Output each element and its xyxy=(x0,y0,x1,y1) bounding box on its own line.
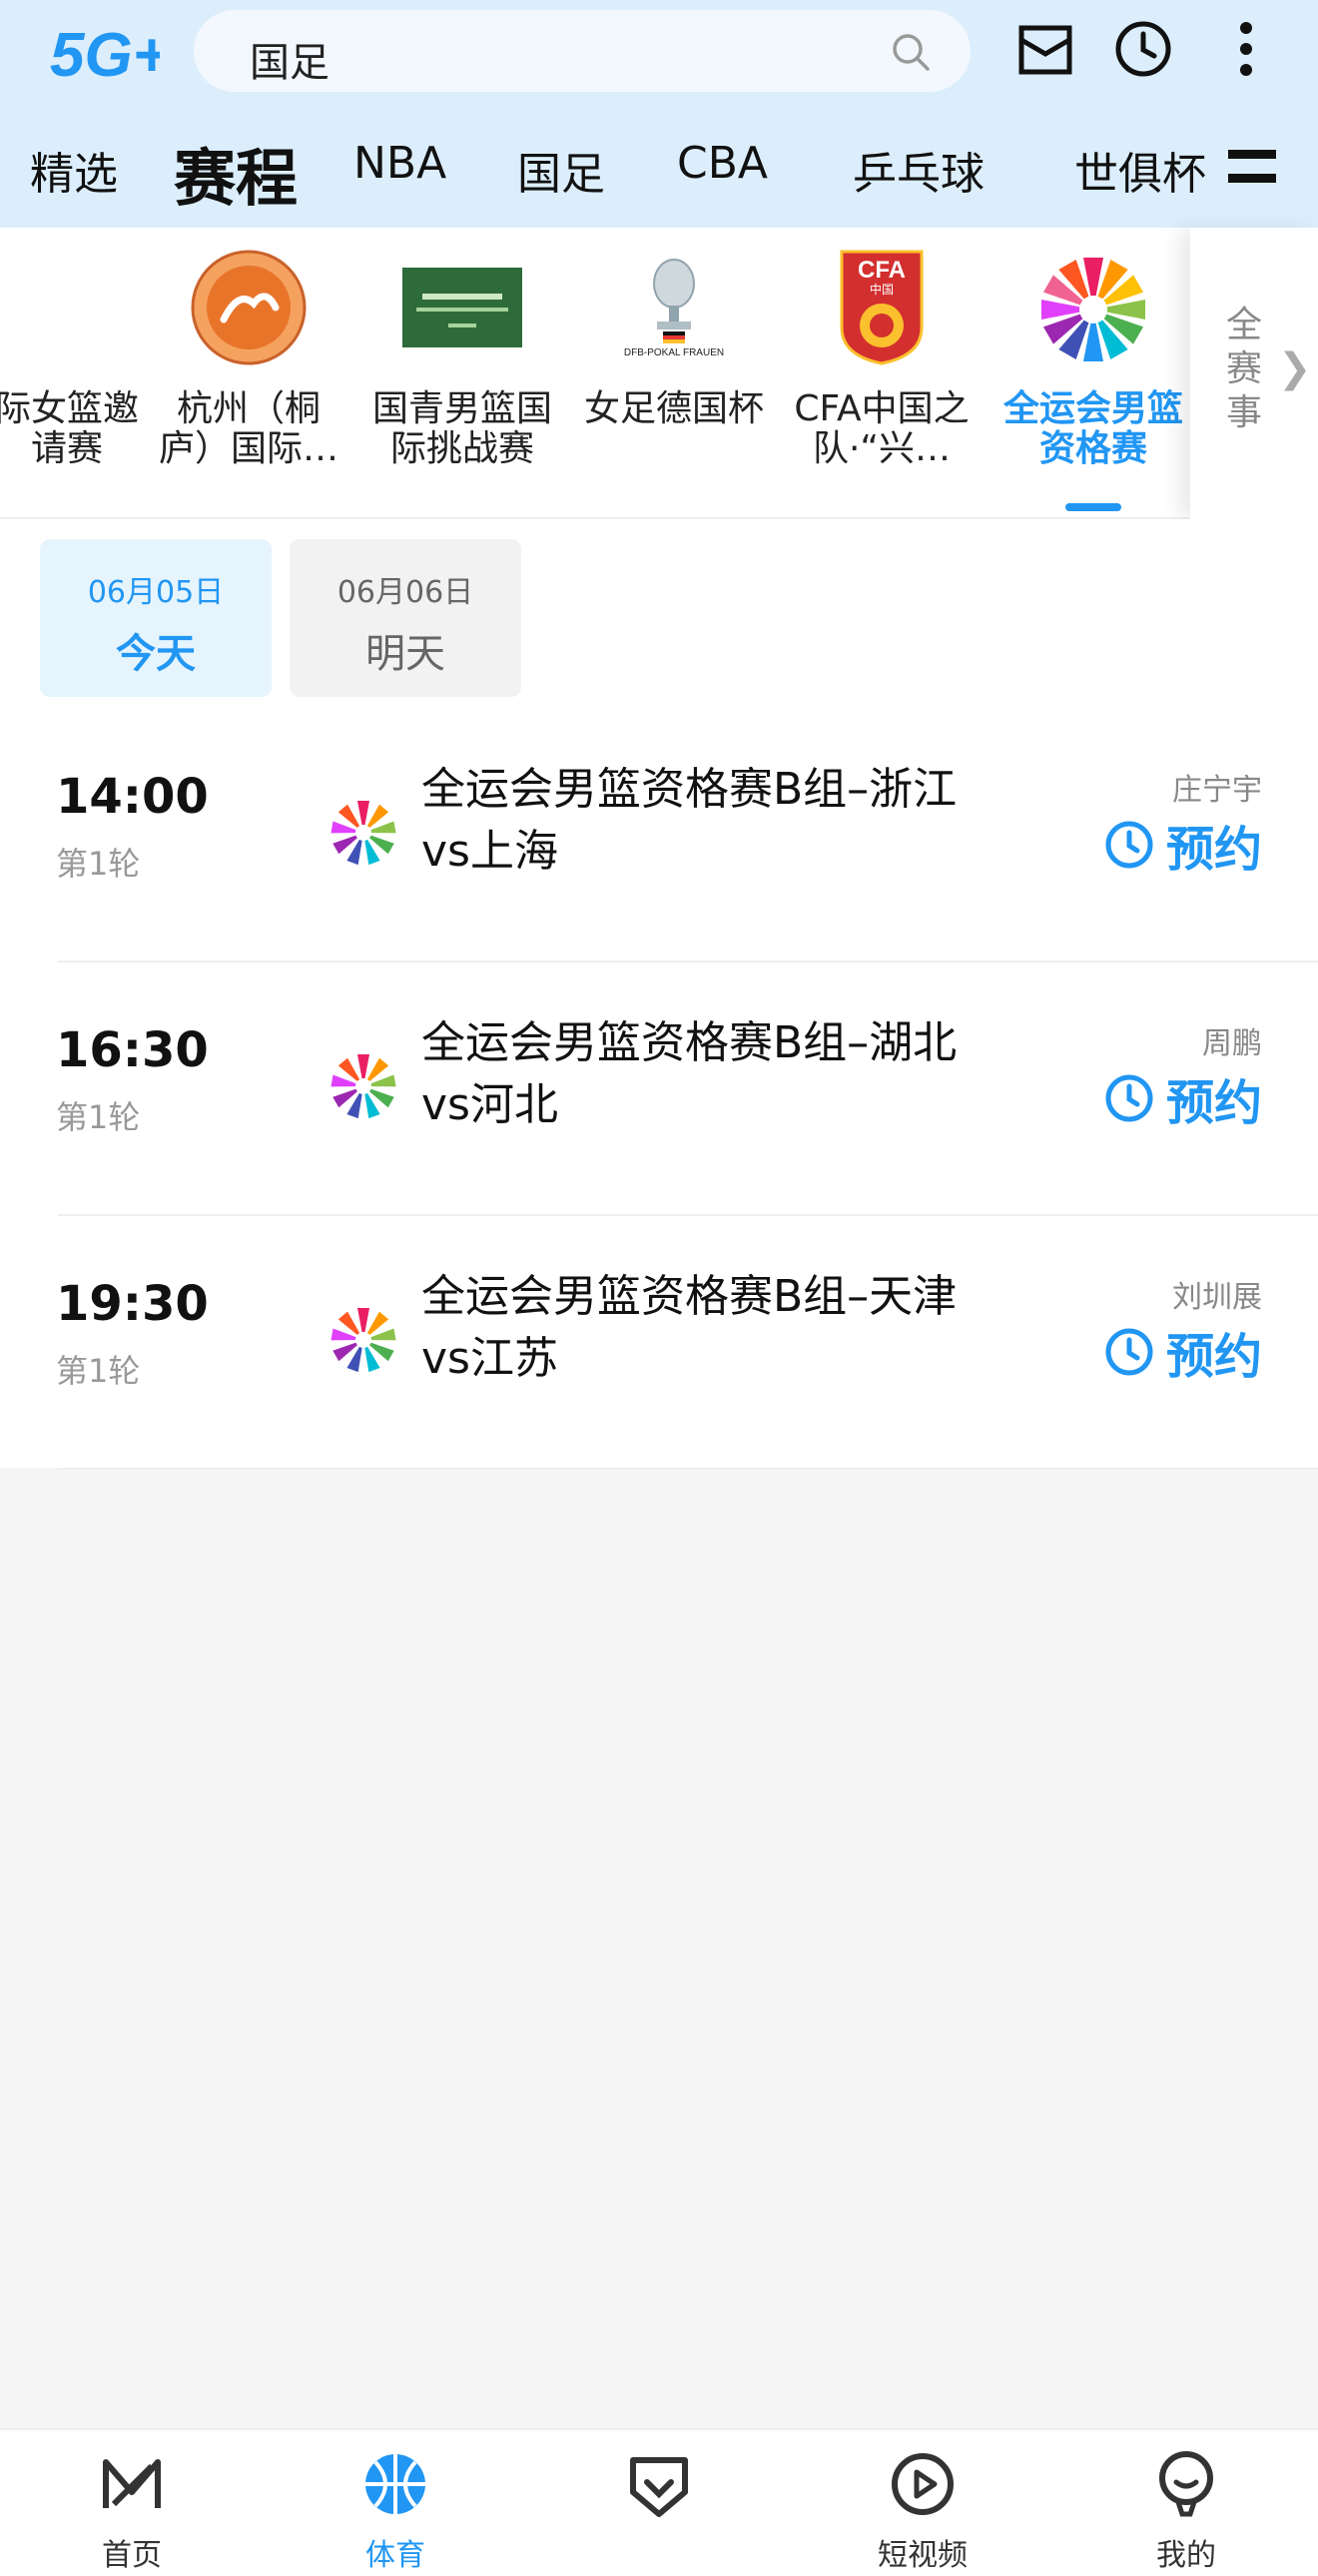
competition-item[interactable]: CFA 中国 CFA中国之 队·“兴… xyxy=(779,228,985,517)
match-time: 19:30 xyxy=(56,1276,209,1332)
heart-shield-icon xyxy=(623,2448,695,2520)
date-tab-date: 06月06日 xyxy=(336,575,474,610)
date-tab-label: 今天 xyxy=(116,631,196,677)
youth-basketball-challenge-banner xyxy=(402,268,522,347)
match-commentator: 刘圳展 xyxy=(1172,1280,1262,1315)
competition-name: 全运会男篮 资格赛 xyxy=(1002,388,1183,469)
more-options-icon[interactable] xyxy=(1218,18,1274,80)
tab-label: 体育 xyxy=(365,2538,425,2573)
tab-short-video[interactable]: 短视频 xyxy=(791,2430,1054,2576)
match-commentator: 庄宁宇 xyxy=(1172,773,1262,808)
match-time: 14:00 xyxy=(56,769,209,825)
search-input[interactable]: 国足 xyxy=(250,30,330,88)
profile-icon xyxy=(1150,2448,1222,2520)
match-row[interactable]: 16:30 第1轮 全运会男篮资格赛B组–湖北vs河北 周鹏 预约 xyxy=(0,963,1318,1216)
cfa-china-badge: CFA 中国 xyxy=(817,248,947,367)
search-icon[interactable] xyxy=(891,32,931,72)
competition-item-active[interactable]: 全运会男篮 资格赛 xyxy=(990,228,1196,517)
match-row[interactable]: 14:00 第1轮 全运会男篮资格赛B组–浙江vs上海 庄宁宇 预约 xyxy=(0,709,1318,963)
date-tab-label: 明天 xyxy=(365,631,445,677)
tab-favorites[interactable] xyxy=(527,2430,791,2576)
row-divider xyxy=(58,1468,1318,1470)
match-row[interactable]: 19:30 第1轮 全运会男篮资格赛B组–天津vs江苏 刘圳展 预约 xyxy=(0,1216,1318,1470)
match-title: 全运会男篮资格赛B组–天津vs江苏 xyxy=(421,1271,958,1384)
nav-item-cba[interactable]: CBA xyxy=(677,138,768,189)
national-games-flower-icon xyxy=(330,801,396,866)
svg-text:DFB-POKAL FRAUEN: DFB-POKAL FRAUEN xyxy=(624,347,724,358)
menu-icon[interactable] xyxy=(1226,146,1278,188)
date-tab-today[interactable]: 06月05日 今天 xyxy=(40,539,272,697)
competition-name: 际女篮邀 请赛 xyxy=(0,388,139,469)
competition-item[interactable]: 国青男篮国 际挑战赛 xyxy=(359,228,565,517)
reserve-button[interactable]: 预约 xyxy=(1104,1322,1262,1385)
clock-icon xyxy=(1105,821,1153,869)
clock-icon xyxy=(1105,1074,1153,1122)
match-round: 第1轮 xyxy=(56,1352,141,1390)
tab-label: 首页 xyxy=(102,2538,162,2573)
national-games-flower-logo xyxy=(1028,248,1158,367)
basketball-icon xyxy=(359,2448,431,2520)
competition-item[interactable]: DFB-POKAL FRAUEN 女足德国杯 xyxy=(571,228,777,517)
all-events-button[interactable]: 全赛事 ❯ xyxy=(1190,228,1318,519)
home-icon xyxy=(96,2448,168,2520)
svg-text:5G++: 5G++ xyxy=(50,21,160,84)
match-round: 第1轮 xyxy=(56,1098,141,1136)
all-events-label: 全赛事 xyxy=(1226,305,1263,433)
competition-item[interactable]: 际女篮邀 请赛 xyxy=(0,228,170,517)
reserve-label: 预约 xyxy=(1165,1075,1262,1131)
china-basketball-association-logo xyxy=(184,248,314,367)
mailbox-icon[interactable] xyxy=(1016,18,1074,80)
bottom-tab-bar: 首页 体育 短视频 我的 xyxy=(0,2428,1318,2576)
match-title: 全运会男篮资格赛B组–湖北vs河北 xyxy=(421,1017,958,1130)
nav-item-club-world-cup[interactable]: 世俱杯 xyxy=(1074,138,1206,202)
svg-text:中国: 中国 xyxy=(870,282,894,297)
match-title: 全运会男篮资格赛B组–浙江vs上海 xyxy=(421,764,958,877)
competition-name: CFA中国之 队·“兴… xyxy=(794,388,970,469)
nav-item-national-football[interactable]: 国足 xyxy=(517,138,605,202)
nav-item-featured[interactable]: 精选 xyxy=(30,138,118,202)
match-commentator: 周鹏 xyxy=(1202,1026,1262,1061)
search-bar[interactable]: 国足 xyxy=(194,10,971,92)
schedule-content: 06月05日 今天 06月06日 明天 14:00 第1轮 全运会男篮资格赛B组… xyxy=(0,519,1318,1470)
tab-profile[interactable]: 我的 xyxy=(1054,2430,1318,2576)
date-tab-date: 06月05日 xyxy=(87,575,225,610)
reserve-button[interactable]: 预约 xyxy=(1104,1068,1262,1131)
competition-name: 女足德国杯 xyxy=(583,388,764,429)
clock-icon xyxy=(1105,1328,1153,1376)
competition-strip: 际女篮邀 请赛 杭州（桐 庐）国际… 国青男篮国 际挑战赛 DFB-POKAL … xyxy=(0,228,1318,519)
match-time: 16:30 xyxy=(56,1022,209,1078)
reserve-label: 预约 xyxy=(1165,1329,1262,1385)
tab-label: 短视频 xyxy=(878,2538,968,2573)
national-games-flower-icon xyxy=(330,1054,396,1119)
active-indicator xyxy=(1065,503,1121,511)
reserve-label: 预约 xyxy=(1165,822,1262,878)
tab-sports[interactable]: 体育 xyxy=(264,2430,527,2576)
national-games-flower-icon xyxy=(330,1308,396,1373)
tab-home[interactable]: 首页 xyxy=(0,2430,264,2576)
tab-label: 我的 xyxy=(1156,2538,1216,2573)
competition-name: 国青男篮国 际挑战赛 xyxy=(371,388,552,469)
reserve-button[interactable]: 预约 xyxy=(1104,815,1262,878)
history-clock-icon[interactable] xyxy=(1114,18,1172,80)
dfb-pokal-frauen-trophy: DFB-POKAL FRAUEN xyxy=(609,248,739,367)
nav-item-schedule[interactable]: 赛程 xyxy=(174,128,298,218)
nav-item-table-tennis[interactable]: 乒乓球 xyxy=(853,138,985,202)
chevron-right-icon: ❯ xyxy=(1278,345,1312,391)
competition-item[interactable]: 杭州（桐 庐）国际… xyxy=(146,228,351,517)
app-header: 5G++ 国足 精选 赛程 NBA 国足 CBA 乒乓球 世俱杯 xyxy=(0,0,1318,228)
nav-item-nba[interactable]: NBA xyxy=(353,138,446,189)
category-nav: 精选 赛程 NBA 国足 CBA 乒乓球 世俱杯 xyxy=(0,130,1318,215)
play-icon xyxy=(887,2448,959,2520)
competition-name: 杭州（桐 庐）国际… xyxy=(158,388,338,469)
match-round: 第1轮 xyxy=(56,845,141,883)
date-tab-tomorrow[interactable]: 06月06日 明天 xyxy=(290,539,521,697)
svg-text:CFA: CFA xyxy=(858,257,906,284)
5g-logo: 5G++ xyxy=(50,21,160,84)
